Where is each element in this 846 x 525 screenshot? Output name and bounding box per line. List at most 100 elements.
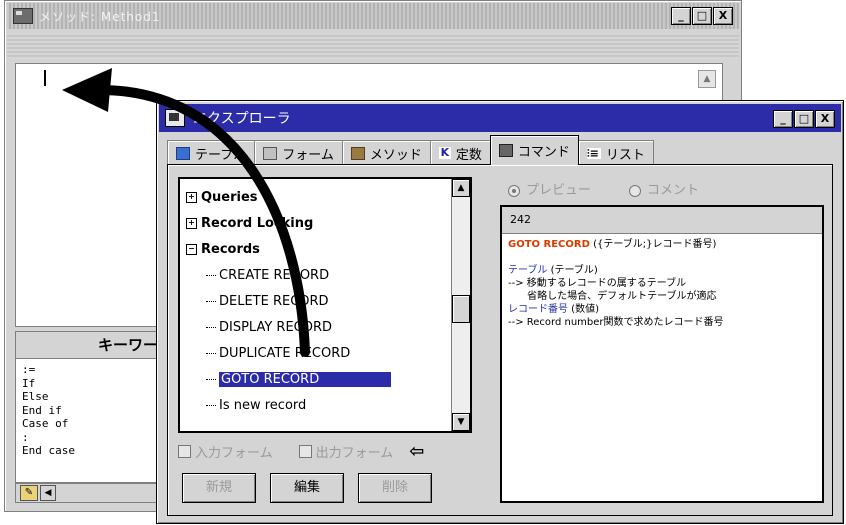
expand-icon[interactable]: + (186, 218, 197, 229)
keyword-item[interactable]: End case (22, 444, 160, 458)
keyword-panel-header: キーワー (16, 332, 166, 359)
tree-item-create-record[interactable]: CREATE RECORD (180, 265, 329, 287)
scroll-thumb[interactable] (452, 295, 470, 323)
param-type: (数値) (568, 304, 599, 315)
explorer-titlebar[interactable]: エクスプローラ _ □ X (159, 104, 841, 132)
tree-label: DELETE RECORD (219, 294, 329, 309)
tree-category-queries[interactable]: + Queries (180, 187, 258, 209)
param-desc: 省略した場合、デフォルトテーブルが適応 (508, 291, 717, 302)
tree-item-goto-record[interactable]: GOTO RECORD (180, 369, 392, 391)
tree-scrollbar[interactable]: ▲ ▼ (451, 179, 470, 431)
action-buttons: 新規 編集 削除 (182, 473, 432, 503)
keyword-item[interactable]: := (22, 363, 160, 377)
expand-icon[interactable]: + (186, 192, 197, 203)
keyword-panel: キーワー := If Else End if Case of : End cas… (15, 331, 167, 483)
command-preview-pane: 242 GOTO RECORD ({テーブル;}レコード番号) テーブル (テー… (500, 205, 824, 503)
app-icon (13, 8, 33, 24)
comment-radio[interactable]: コメント (629, 179, 699, 198)
command-syntax: GOTO RECORD ({テーブル;}レコード番号) テーブル (テーブル) … (502, 234, 822, 333)
explorer-window: エクスプローラ _ □ X テーブル フォーム メソッド K 定数 コマンド ⫶ (156, 100, 844, 524)
checkbox-label: 出力フォーム (315, 446, 394, 461)
insert-arrow-icon[interactable]: ⇦ (409, 441, 424, 462)
pencil-icon[interactable]: ✎ (20, 485, 38, 501)
keyword-item[interactable]: If (22, 377, 160, 391)
scroll-down-button[interactable]: ▼ (452, 413, 470, 431)
output-form-checkbox[interactable]: 出力フォーム (298, 442, 394, 461)
tree-category-record-locking[interactable]: + Record Locking (180, 213, 313, 235)
command-tree[interactable]: + Queries + Record Locking − Records CREATE… (178, 177, 472, 433)
edit-button[interactable]: 編集 (270, 473, 344, 503)
scroll-up-button[interactable]: ▲ (698, 70, 716, 88)
tree-label: GOTO RECORD (219, 372, 392, 387)
tab-label: コマンド (517, 145, 570, 160)
maximize-button[interactable]: □ (692, 7, 712, 25)
scroll-left-button[interactable]: ◀ (40, 485, 56, 501)
command-number: 242 (502, 207, 822, 234)
checkbox-label: 入力フォーム (195, 446, 273, 461)
commands-tab-panel: + Queries + Record Locking − Records CREATE… (167, 164, 833, 516)
input-form-checkbox[interactable]: 入力フォーム (178, 442, 273, 461)
preview-radio[interactable]: プレビュー (508, 179, 591, 198)
radio-dot[interactable] (508, 184, 520, 197)
list-icon: ⫶≡ (586, 147, 601, 159)
tab-label: リスト (605, 147, 645, 163)
form-icon (263, 146, 278, 160)
tree-label: Record Locking (201, 216, 314, 231)
param-desc: --> 移動するレコードの属するテーブル (508, 278, 687, 289)
tree-label: Records (201, 242, 260, 257)
tab-label: フォーム (282, 147, 334, 163)
syntax-command: GOTO RECORD (508, 239, 590, 250)
table-icon (176, 146, 190, 160)
tab-constants[interactable]: K 定数 (429, 140, 491, 165)
tab-tables[interactable]: テーブル (167, 140, 256, 165)
keyword-item[interactable]: Else (22, 390, 160, 404)
tab-label: テーブル (195, 147, 247, 163)
tab-forms[interactable]: フォーム (254, 140, 343, 165)
minimize-button[interactable]: _ (773, 110, 793, 128)
tree-label: DISPLAY RECORD (219, 320, 333, 335)
radio-dot[interactable] (629, 184, 642, 197)
close-button[interactable]: X (713, 7, 733, 25)
param-desc: --> Record number関数で求めたレコード番号 (508, 317, 724, 328)
method-editor-titlebar[interactable]: メソッド: Method1 _ □ X (7, 3, 739, 29)
explorer-tabs: テーブル フォーム メソッド K 定数 コマンド ⫶≡ リスト (167, 135, 654, 165)
tree-label: Is new record (219, 398, 307, 413)
tree-category-records[interactable]: − Records (180, 239, 260, 261)
close-button[interactable]: X (815, 110, 835, 128)
scroll-up-button[interactable]: ▲ (452, 179, 470, 197)
minimize-button[interactable]: _ (671, 7, 691, 25)
tree-label: CREATE RECORD (219, 268, 330, 283)
tab-label: メソッド (369, 147, 422, 163)
tree-item-is-new-record[interactable]: Is new record (180, 395, 306, 417)
delete-button[interactable]: 削除 (358, 473, 432, 503)
collapse-icon[interactable]: − (186, 244, 197, 255)
tab-methods[interactable]: メソッド (341, 140, 431, 165)
tab-commands[interactable]: コマンド (489, 135, 579, 165)
method-icon (350, 146, 365, 160)
new-button[interactable]: 新規 (182, 473, 256, 503)
keyword-item[interactable]: Case of (22, 417, 160, 431)
maximize-button[interactable]: □ (794, 110, 814, 128)
tree-item-duplicate-record[interactable]: DUPLICATE RECORD (180, 343, 350, 365)
tab-lists[interactable]: ⫶≡ リスト (577, 140, 654, 165)
syntax-params: ({テーブル;}レコード番号) (589, 239, 717, 250)
keyword-item[interactable]: : (22, 431, 160, 445)
tree-item-delete-record[interactable]: DELETE RECORD (180, 291, 329, 313)
checkbox-box[interactable] (298, 445, 312, 458)
keyword-list: := If Else End if Case of : End case (16, 359, 166, 462)
view-mode-radios: プレビュー コメント (508, 179, 699, 198)
method-editor-toolbar (7, 33, 739, 59)
method-editor-title: メソッド: Method1 (39, 9, 161, 24)
param-name: レコード番号 (508, 304, 568, 315)
tree-item-display-record[interactable]: DISPLAY RECORD (180, 317, 332, 339)
text-caret (44, 70, 46, 86)
form-checkboxes: 入力フォーム 出力フォーム ⇦ (178, 441, 424, 462)
radio-label: プレビュー (526, 183, 592, 198)
checkbox-box[interactable] (178, 445, 191, 458)
param-name: テーブル (508, 265, 548, 276)
keyword-item[interactable]: End if (22, 404, 160, 418)
param-type: (テーブル) (547, 265, 598, 276)
tab-label: 定数 (455, 147, 482, 163)
constant-icon: K (438, 146, 451, 159)
command-icon (498, 144, 513, 157)
